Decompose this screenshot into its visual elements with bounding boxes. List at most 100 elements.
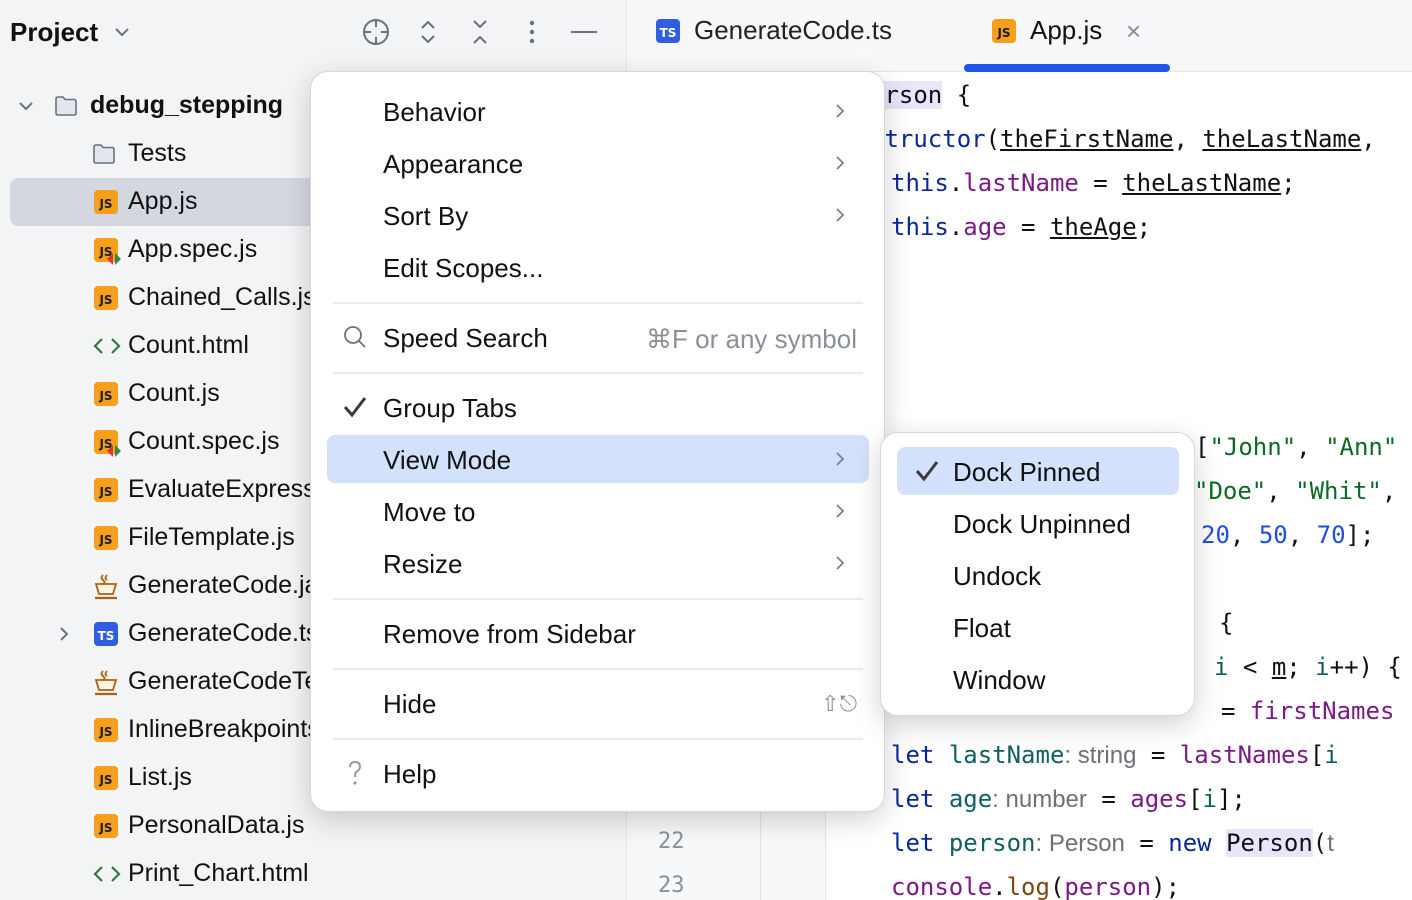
chevron-right-icon [836, 104, 845, 118]
code-token: let [891, 741, 935, 769]
typescript-file-icon: TS [94, 622, 118, 646]
menu-item-behavior[interactable]: Behavior [327, 87, 869, 135]
code-line: i < m; i++) { [1214, 652, 1402, 682]
code-token: age [948, 785, 993, 813]
code-token: , [1287, 521, 1317, 549]
code-line: console.log(person); [891, 872, 1180, 900]
code-token: { [942, 81, 972, 109]
menu-item-label: Help [383, 759, 437, 789]
menu-item-appearance[interactable]: Appearance [327, 139, 869, 187]
code-line: 20, 50, 70]; [1201, 520, 1374, 550]
menu-separator [333, 302, 863, 304]
submenu-item-label: Window [953, 665, 1046, 695]
tree-item-label: FileTemplate.js [128, 523, 295, 551]
code-token: lastName [948, 741, 1065, 769]
more-options-icon[interactable] [514, 14, 550, 50]
submenu-item-float[interactable]: Float [897, 603, 1179, 651]
tree-item-print-chart-html[interactable]: Print_Chart.html [10, 850, 630, 898]
menu-item-speed-search[interactable]: Speed Search ⌘F or any symbol [327, 313, 869, 361]
tree-item-label: App.js [128, 187, 198, 215]
chevron-right-icon [836, 556, 845, 570]
javascript-file-icon: JS [94, 526, 118, 550]
type-hint: : string [1064, 742, 1137, 769]
code-token: let [891, 785, 935, 813]
menu-separator [333, 738, 863, 740]
expand-all-icon[interactable] [410, 14, 446, 50]
tree-item-label: Count.spec.js [128, 427, 280, 455]
menu-item-label: Behavior [383, 97, 486, 127]
code-token: . [948, 169, 964, 197]
code-token: ; [1281, 169, 1296, 197]
chevron-right-icon[interactable] [54, 624, 74, 644]
submenu-item-undock[interactable]: Undock [897, 551, 1179, 599]
code-token: ; [1286, 653, 1316, 681]
menu-separator [333, 372, 863, 374]
code-token: log [1006, 873, 1050, 900]
code-token: theLastName [1202, 125, 1362, 153]
menu-item-shortcut: ⌘F or any symbol [646, 324, 857, 354]
submenu-item-label: Undock [953, 561, 1042, 591]
code-token: lastName [963, 169, 1079, 197]
javascript-file-icon: JS [94, 766, 118, 790]
menu-item-help[interactable]: Help [327, 749, 869, 797]
tree-item-label: List.js [128, 763, 192, 791]
chevron-down-icon[interactable] [16, 96, 36, 116]
submenu-item-dock-pinned[interactable]: Dock Pinned [897, 447, 1179, 495]
collapse-all-icon[interactable] [462, 14, 498, 50]
code-token: , [1361, 125, 1376, 153]
code-line: { [1219, 608, 1233, 638]
code-token: = [1006, 213, 1050, 241]
code-line: erson { [870, 80, 971, 110]
javascript-file-icon: JS [94, 190, 118, 214]
menu-item-edit-scopes[interactable]: Edit Scopes... [327, 243, 869, 291]
code-token: this [891, 169, 949, 197]
tree-item-label: Count.js [128, 379, 220, 407]
menu-item-group-tabs[interactable]: Group Tabs [327, 383, 869, 431]
code-token: person [1064, 873, 1152, 900]
code-token: ); [1151, 873, 1181, 900]
code-line: let age: number = ages[i]; [891, 784, 1246, 814]
code-line: this.lastName = theLastName; [891, 168, 1296, 198]
submenu-item-window[interactable]: Window [897, 655, 1179, 703]
checkmark-icon [343, 397, 367, 418]
code-token: , [1266, 477, 1296, 505]
menu-item-view-mode[interactable]: View Mode [327, 435, 869, 483]
type-hint: : number [992, 786, 1087, 813]
menu-item-move-to[interactable]: Move to [327, 487, 869, 535]
menu-item-sort-by[interactable]: Sort By [327, 191, 869, 239]
menu-item-shortcut: ⇧⎋ [821, 691, 857, 716]
code-token: = [1124, 829, 1169, 857]
menu-item-label: Sort By [383, 201, 469, 231]
minimize-icon[interactable] [566, 14, 602, 50]
javascript-file-icon: JS [94, 382, 118, 406]
chevron-down-icon[interactable] [112, 22, 132, 42]
project-options-menu: Behavior Appearance Sort By Edit Scopes.… [310, 71, 885, 812]
search-icon [344, 326, 366, 348]
code-token: ]; [1345, 521, 1375, 549]
javascript-file-icon: JS [94, 478, 118, 502]
code-token: , [1229, 521, 1259, 549]
code-line: let person: Person = new Person(t [891, 828, 1334, 858]
submenu-item-dock-unpinned[interactable]: Dock Unpinned [897, 499, 1179, 547]
html-file-icon [93, 866, 121, 882]
test-run-icon [107, 445, 121, 457]
project-view-selector[interactable]: Project [10, 17, 98, 48]
javascript-file-icon: JS [94, 286, 118, 310]
menu-item-resize[interactable]: Resize [327, 539, 869, 587]
menu-item-remove-from-sidebar[interactable]: Remove from Sidebar [327, 609, 869, 657]
code-token: ++) { [1329, 653, 1402, 681]
locate-icon[interactable] [358, 14, 394, 50]
tree-item-label: PersonalData.js [128, 811, 305, 839]
code-token: theAge [1049, 213, 1137, 241]
menu-item-hide[interactable]: Hide ⇧⎋ [327, 679, 869, 727]
code-line: structor(theFirstName, theLastName, [870, 124, 1376, 154]
code-line: this.age = theAge; [891, 212, 1151, 242]
code-token: Person [1226, 829, 1313, 857]
code-token: console [891, 873, 993, 900]
code-token: = [1078, 169, 1123, 197]
code-token: i [1315, 653, 1330, 681]
submenu-item-label: Float [953, 613, 1011, 643]
code-token: 50 [1258, 521, 1288, 549]
code-token: . [948, 213, 964, 241]
